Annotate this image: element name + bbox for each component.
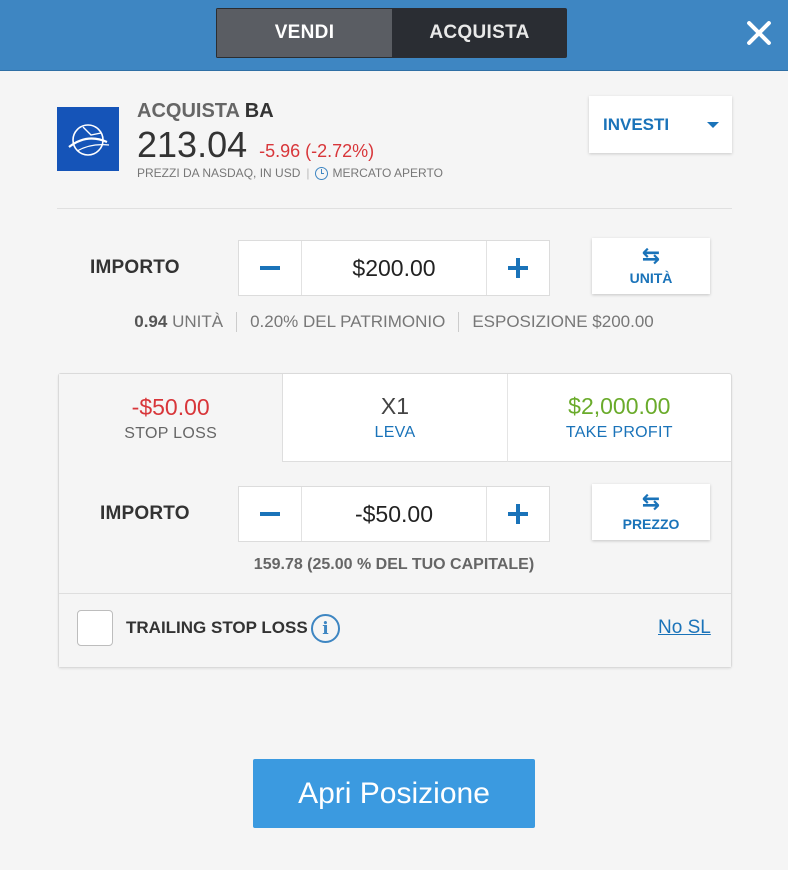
sl-amount-input[interactable]: -$50.00 <box>301 487 487 541</box>
price-switch-button[interactable]: ⇆ PREZZO <box>592 484 710 540</box>
price-switch-label: PREZZO <box>622 515 680 532</box>
no-sl-link[interactable]: No SL <box>658 617 711 639</box>
instrument-title: ACQUISTA BA <box>137 100 274 123</box>
amount-summary: 0.94 UNITÀ 0.20% DEL PATRIMONIO ESPOSIZI… <box>0 312 788 332</box>
leverage-label: LEVA <box>374 424 416 441</box>
meta-separator: | <box>306 166 310 180</box>
price-source: PREZZI DA NASDAQ, IN USD <box>137 166 301 180</box>
market-status: MERCATO APERTO <box>332 166 443 180</box>
plus-icon <box>508 258 528 278</box>
buy-tab[interactable]: ACQUISTA <box>392 8 567 58</box>
amount-increase-button[interactable] <box>487 241 549 295</box>
invest-dropdown-label: INVESTI <box>603 114 670 134</box>
instrument-action: ACQUISTA <box>137 100 240 122</box>
units-switch-label: UNITÀ <box>629 269 673 286</box>
amount-input[interactable]: $200.00 <box>301 241 487 295</box>
price-change: -5.96 (-2.72%) <box>259 141 375 161</box>
boeing-logo-icon <box>57 107 119 171</box>
summary-units-value: 0.94 <box>134 312 168 331</box>
sl-amount-stepper: -$50.00 <box>238 486 550 542</box>
minus-icon <box>260 512 280 516</box>
header-bar: VENDI ACQUISTA <box>0 0 788 71</box>
tab-leverage[interactable]: X1 LEVA <box>283 374 507 462</box>
amount-stepper: $200.00 <box>238 240 550 296</box>
chevron-down-icon <box>707 122 719 128</box>
instrument-price: 213.04 <box>137 124 248 165</box>
summary-equity: 0.20% DEL PATRIMONIO <box>236 312 458 332</box>
stop-loss-label: STOP LOSS <box>124 424 218 442</box>
risk-tabs: -$50.00 STOP LOSS X1 LEVA $2,000.00 TAKE… <box>59 374 731 462</box>
trailing-stop-label: TRAILING STOP LOSS <box>126 618 308 637</box>
header-divider <box>57 208 732 209</box>
take-profit-label: TAKE PROFIT <box>565 424 673 441</box>
amount-label: IMPORTO <box>90 257 180 278</box>
open-position-button[interactable]: Apri Posizione <box>253 759 535 828</box>
sell-buy-toggle: VENDI ACQUISTA <box>216 8 567 58</box>
summary-exposure: ESPOSIZIONE $200.00 <box>458 312 666 332</box>
take-profit-value: $2,000.00 <box>568 393 671 419</box>
close-icon[interactable] <box>740 14 778 52</box>
stop-loss-value: -$50.00 <box>131 393 210 420</box>
trailing-stop-checkbox[interactable] <box>77 610 113 646</box>
info-icon[interactable]: i <box>311 614 340 643</box>
clock-icon <box>315 166 329 180</box>
summary-units: 0.94 UNITÀ <box>121 312 236 332</box>
sell-tab[interactable]: VENDI <box>216 8 392 58</box>
sl-decrease-button[interactable] <box>239 487 301 541</box>
units-switch-button[interactable]: ⇆ UNITÀ <box>592 238 710 294</box>
invest-dropdown[interactable]: INVESTI <box>589 96 732 153</box>
swap-arrows-icon: ⇆ <box>641 242 661 268</box>
minus-icon <box>260 266 280 270</box>
price-meta: PREZZI DA NASDAQ, IN USD | MERCATO APERT… <box>137 166 443 180</box>
sl-amount-label: IMPORTO <box>100 503 190 524</box>
summary-units-label: UNITÀ <box>172 312 224 331</box>
instrument-symbol: BA <box>244 100 274 122</box>
swap-arrows-icon: ⇆ <box>641 488 661 514</box>
tab-take-profit[interactable]: $2,000.00 TAKE PROFIT <box>506 374 731 462</box>
sl-increase-button[interactable] <box>487 487 549 541</box>
capital-percentage-text: 159.78 (25.00 % DEL TUO CAPITALE) <box>253 556 535 573</box>
tab-stop-loss[interactable]: -$50.00 STOP LOSS <box>59 374 284 462</box>
plus-icon <box>508 504 528 524</box>
boeing-logo-graphic <box>68 124 110 156</box>
price-row: 213.04 -5.96 (-2.72%) <box>137 124 374 166</box>
amount-decrease-button[interactable] <box>239 241 301 295</box>
leverage-value: X1 <box>380 393 410 419</box>
